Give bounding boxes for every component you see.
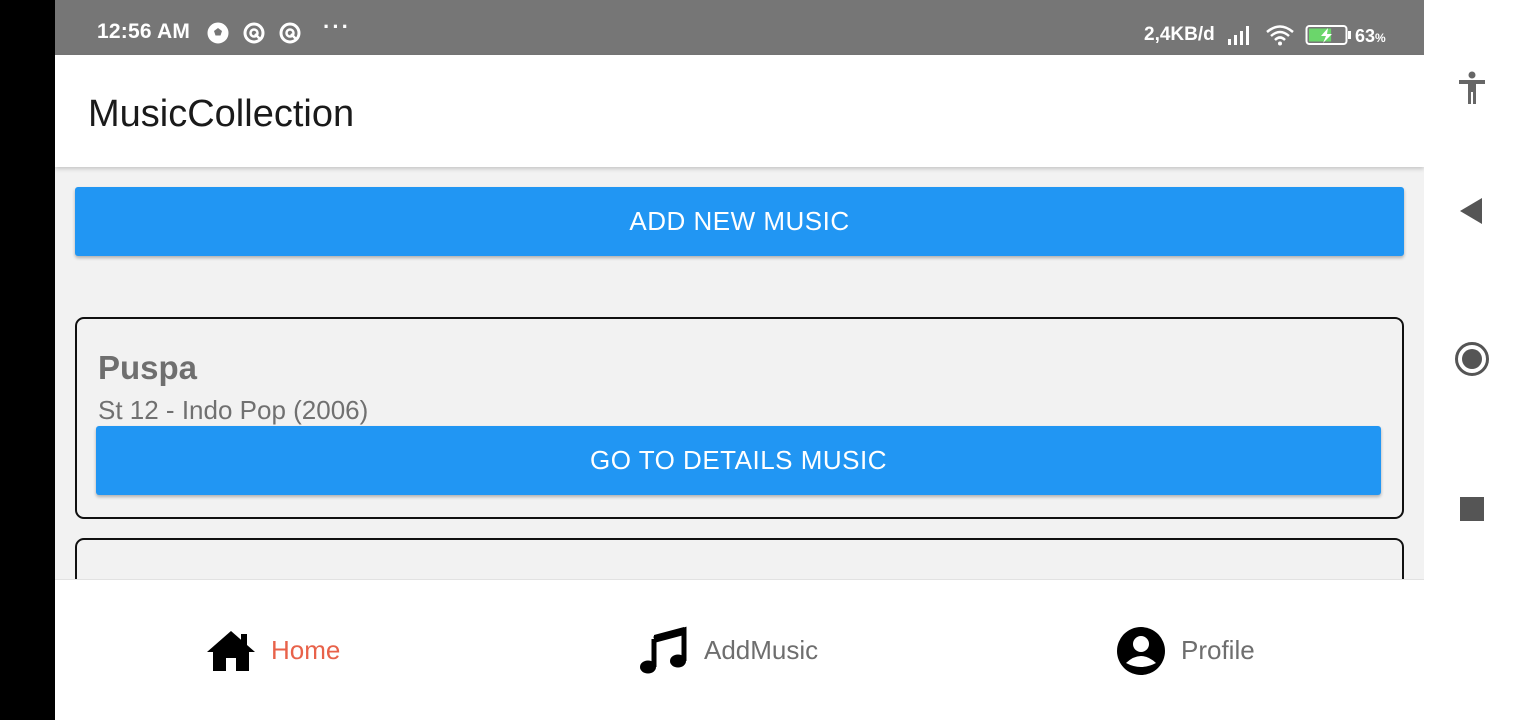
home-circle-icon[interactable] (1454, 341, 1490, 377)
status-time: 12:56 AM (97, 20, 191, 43)
nav-item-home[interactable]: Home (205, 580, 340, 720)
nav-label-profile: Profile (1181, 635, 1255, 665)
system-navigation-rail (1424, 0, 1520, 720)
left-bezel (0, 0, 55, 720)
soccer-ball-icon (207, 22, 229, 44)
add-new-music-button[interactable]: ADD NEW MUSIC (75, 187, 1404, 256)
nav-item-profile[interactable]: Profile (1115, 580, 1255, 720)
status-bar: 12:56 AM ··· 2,4KB/d 63% (55, 0, 1424, 55)
music-subtitle: St 12 - Indo Pop (2006) (98, 395, 369, 425)
status-overflow: ··· (323, 14, 351, 39)
account-circle-icon (1117, 626, 1165, 675)
notification-icon (279, 22, 301, 44)
bottom-navigation: Home AddMusic Profile (55, 579, 1424, 720)
network-speed: 2,4KB/d (1144, 24, 1215, 45)
app-bar: MusicCollection (55, 55, 1424, 167)
app-screen: 12:56 AM ··· 2,4KB/d 63% MusicCollection… (55, 0, 1424, 720)
home-icon (207, 630, 255, 671)
recents-square-icon[interactable] (1454, 491, 1490, 527)
wifi-icon (1266, 25, 1294, 46)
nav-item-addmusic[interactable]: AddMusic (638, 580, 818, 720)
nav-label-addmusic: AddMusic (704, 635, 819, 665)
nav-label-home: Home (271, 635, 341, 665)
accessibility-icon[interactable] (1454, 70, 1490, 106)
signal-icon (1228, 26, 1249, 45)
music-title: Puspa (98, 349, 198, 386)
notification-icon (243, 22, 265, 44)
back-icon[interactable] (1454, 193, 1490, 229)
battery-icon (1305, 25, 1351, 45)
battery-percent: 63% (1355, 26, 1386, 46)
go-to-details-button[interactable]: GO TO DETAILS MUSIC (96, 426, 1381, 495)
music-note-icon (640, 626, 687, 673)
page-title: MusicCollection (88, 93, 355, 135)
